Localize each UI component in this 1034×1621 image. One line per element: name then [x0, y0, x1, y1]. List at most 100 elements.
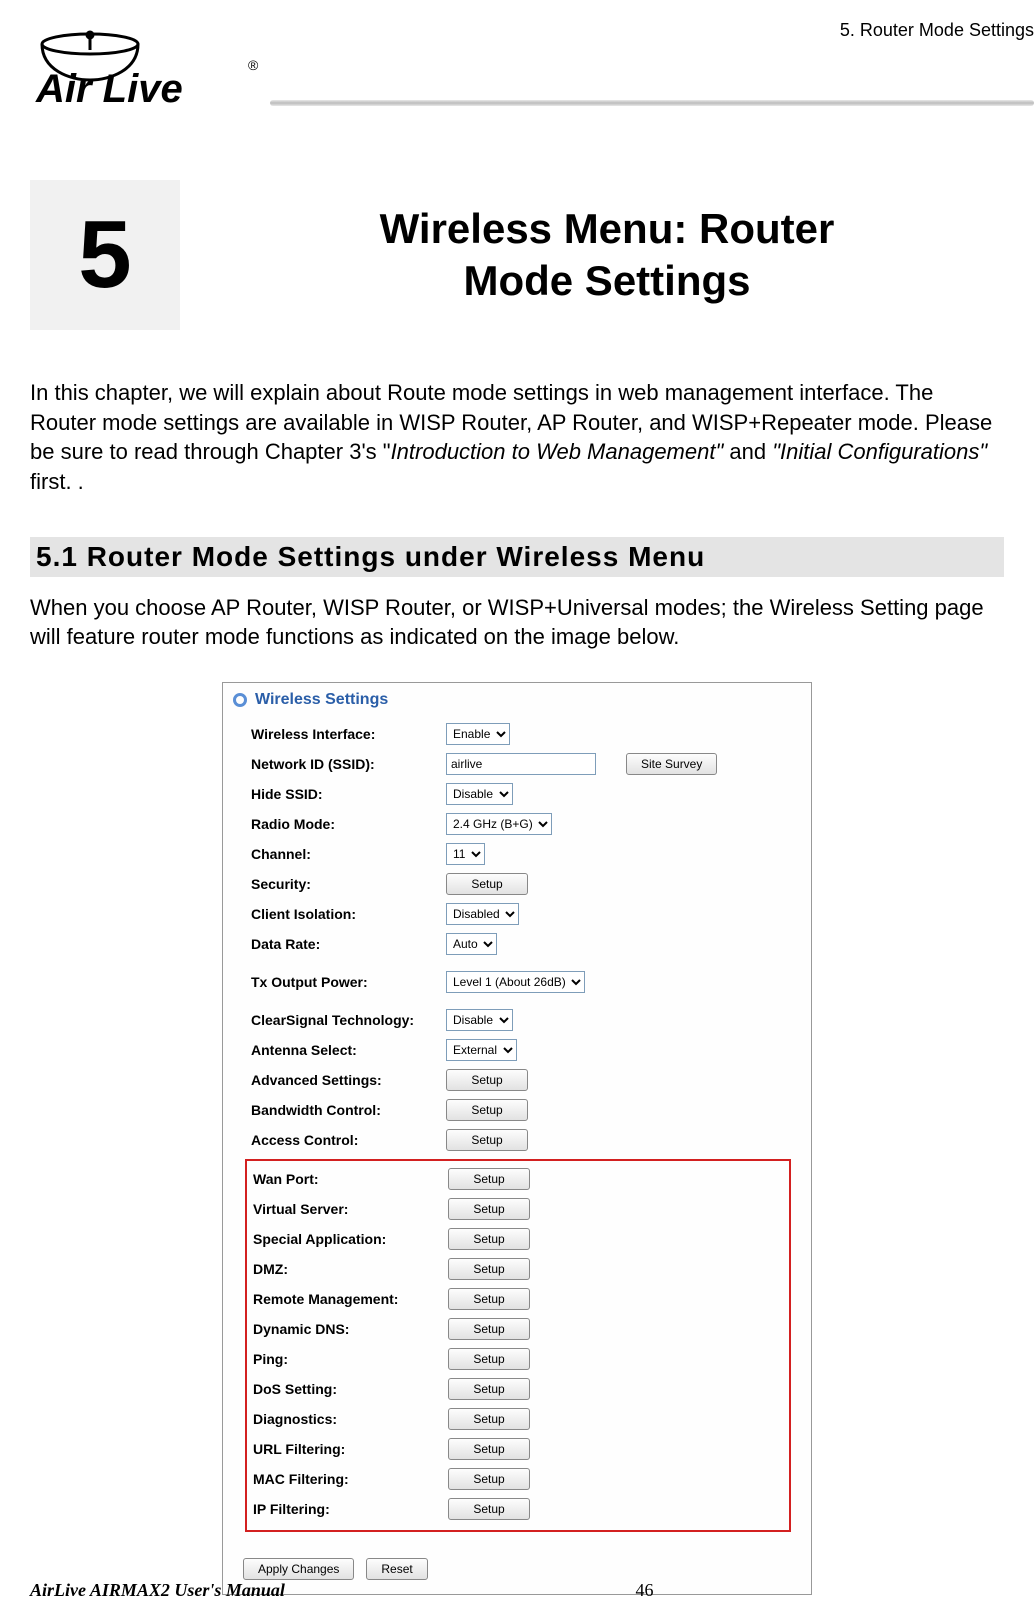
row-special-application: Special Application: Setup	[253, 1224, 783, 1254]
remote-management-setup-button[interactable]: Setup	[448, 1288, 530, 1310]
section-heading: 5.1 Router Mode Settings under Wireless …	[30, 537, 1004, 577]
label-ping: Ping:	[253, 1351, 438, 1367]
panel-title: Wireless Settings	[255, 691, 388, 709]
wireless-settings-screenshot: Wireless Settings Wireless Interface: En…	[222, 682, 812, 1595]
chapter-title: Wireless Menu: Router Mode Settings	[210, 203, 1004, 308]
input-ssid[interactable]	[446, 753, 596, 775]
chapter-number-box: 5	[30, 180, 180, 330]
row-channel: Channel: 11	[251, 839, 791, 869]
row-tx-power: Tx Output Power: Level 1 (About 26dB)	[251, 967, 791, 997]
header-breadcrumb: 5. Router Mode Settings	[840, 20, 1034, 41]
ip-filtering-setup-button[interactable]: Setup	[448, 1498, 530, 1520]
label-ssid: Network ID (SSID):	[251, 756, 436, 772]
row-wireless-interface: Wireless Interface: Enable	[251, 719, 791, 749]
label-url-filtering: URL Filtering:	[253, 1441, 438, 1457]
intro-ital-2: "Initial Configurations"	[772, 439, 987, 464]
label-ip-filtering: IP Filtering:	[253, 1501, 438, 1517]
select-hide-ssid[interactable]: Disable	[446, 783, 513, 805]
ping-setup-button[interactable]: Setup	[448, 1348, 530, 1370]
row-dos-setting: DoS Setting: Setup	[253, 1374, 783, 1404]
reset-button[interactable]: Reset	[366, 1558, 427, 1580]
brand-logo: Air Live ®	[30, 30, 270, 110]
dmz-setup-button[interactable]: Setup	[448, 1258, 530, 1280]
intro-text-3: first. .	[30, 469, 84, 494]
label-radio-mode: Radio Mode:	[251, 816, 436, 832]
select-radio-mode[interactable]: 2.4 GHz (B+G)	[446, 813, 552, 835]
label-diagnostics: Diagnostics:	[253, 1411, 438, 1427]
advanced-setup-button[interactable]: Setup	[446, 1069, 528, 1091]
select-client-isolation[interactable]: Disabled	[446, 903, 519, 925]
intro-ital-1: Introduction to Web Management"	[391, 439, 724, 464]
select-clearsignal[interactable]: Disable	[446, 1009, 513, 1031]
row-ping: Ping: Setup	[253, 1344, 783, 1374]
mac-filtering-setup-button[interactable]: Setup	[448, 1468, 530, 1490]
row-clearsignal: ClearSignal Technology: Disable	[251, 1005, 791, 1035]
footer-manual-title: AirLive AIRMAX2 User's Manual	[30, 1580, 285, 1601]
chapter-title-line2: Mode Settings	[463, 257, 750, 304]
section-paragraph: When you choose AP Router, WISP Router, …	[30, 593, 1004, 652]
svg-text:®: ®	[248, 57, 259, 73]
select-channel[interactable]: 11	[446, 843, 485, 865]
row-access: Access Control: Setup	[251, 1125, 791, 1155]
label-wan-port: Wan Port:	[253, 1171, 438, 1187]
label-client-isolation: Client Isolation:	[251, 906, 436, 922]
label-mac-filtering: MAC Filtering:	[253, 1471, 438, 1487]
label-antenna: Antenna Select:	[251, 1042, 436, 1058]
label-channel: Channel:	[251, 846, 436, 862]
row-security: Security: Setup	[251, 869, 791, 899]
row-diagnostics: Diagnostics: Setup	[253, 1404, 783, 1434]
header-divider	[270, 100, 1034, 106]
row-advanced: Advanced Settings: Setup	[251, 1065, 791, 1095]
row-wan-port: Wan Port: Setup	[253, 1164, 783, 1194]
label-dynamic-dns: Dynamic DNS:	[253, 1321, 438, 1337]
label-data-rate: Data Rate:	[251, 936, 436, 952]
label-bandwidth: Bandwidth Control:	[251, 1102, 436, 1118]
label-dmz: DMZ:	[253, 1261, 438, 1277]
url-filtering-setup-button[interactable]: Setup	[448, 1438, 530, 1460]
row-dynamic-dns: Dynamic DNS: Setup	[253, 1314, 783, 1344]
row-antenna: Antenna Select: External	[251, 1035, 791, 1065]
label-remote-management: Remote Management:	[253, 1291, 438, 1307]
row-radio-mode: Radio Mode: 2.4 GHz (B+G)	[251, 809, 791, 839]
label-special-application: Special Application:	[253, 1231, 438, 1247]
label-hide-ssid: Hide SSID:	[251, 786, 436, 802]
dos-setting-setup-button[interactable]: Setup	[448, 1378, 530, 1400]
virtual-server-setup-button[interactable]: Setup	[448, 1198, 530, 1220]
apply-changes-button[interactable]: Apply Changes	[243, 1558, 354, 1580]
select-wireless-interface[interactable]: Enable	[446, 723, 510, 745]
row-remote-management: Remote Management: Setup	[253, 1284, 783, 1314]
row-bandwidth: Bandwidth Control: Setup	[251, 1095, 791, 1125]
special-application-setup-button[interactable]: Setup	[448, 1228, 530, 1250]
svg-text:Air Live: Air Live	[35, 67, 183, 110]
label-advanced: Advanced Settings:	[251, 1072, 436, 1088]
router-mode-highlight-box: Wan Port: Setup Virtual Server: Setup Sp…	[245, 1159, 791, 1532]
row-virtual-server: Virtual Server: Setup	[253, 1194, 783, 1224]
row-url-filtering: URL Filtering: Setup	[253, 1434, 783, 1464]
dynamic-dns-setup-button[interactable]: Setup	[448, 1318, 530, 1340]
select-data-rate[interactable]: Auto	[446, 933, 497, 955]
row-dmz: DMZ: Setup	[253, 1254, 783, 1284]
label-wireless-interface: Wireless Interface:	[251, 726, 436, 742]
label-access: Access Control:	[251, 1132, 436, 1148]
site-survey-button[interactable]: Site Survey	[626, 753, 717, 775]
label-virtual-server: Virtual Server:	[253, 1201, 438, 1217]
intro-text-2: and	[723, 439, 772, 464]
chapter-title-line1: Wireless Menu: Router	[380, 205, 835, 252]
wan-port-setup-button[interactable]: Setup	[448, 1168, 530, 1190]
row-ip-filtering: IP Filtering: Setup	[253, 1494, 783, 1524]
row-mac-filtering: MAC Filtering: Setup	[253, 1464, 783, 1494]
row-ssid: Network ID (SSID): Site Survey	[251, 749, 791, 779]
label-dos-setting: DoS Setting:	[253, 1381, 438, 1397]
panel-bullet-icon	[233, 693, 247, 707]
row-client-isolation: Client Isolation: Disabled	[251, 899, 791, 929]
label-clearsignal: ClearSignal Technology:	[251, 1012, 436, 1028]
bandwidth-setup-button[interactable]: Setup	[446, 1099, 528, 1121]
row-data-rate: Data Rate: Auto	[251, 929, 791, 959]
security-setup-button[interactable]: Setup	[446, 873, 528, 895]
select-tx-power[interactable]: Level 1 (About 26dB)	[446, 971, 585, 993]
row-hide-ssid: Hide SSID: Disable	[251, 779, 791, 809]
diagnostics-setup-button[interactable]: Setup	[448, 1408, 530, 1430]
select-antenna[interactable]: External	[446, 1039, 517, 1061]
label-tx-power: Tx Output Power:	[251, 974, 436, 990]
access-setup-button[interactable]: Setup	[446, 1129, 528, 1151]
